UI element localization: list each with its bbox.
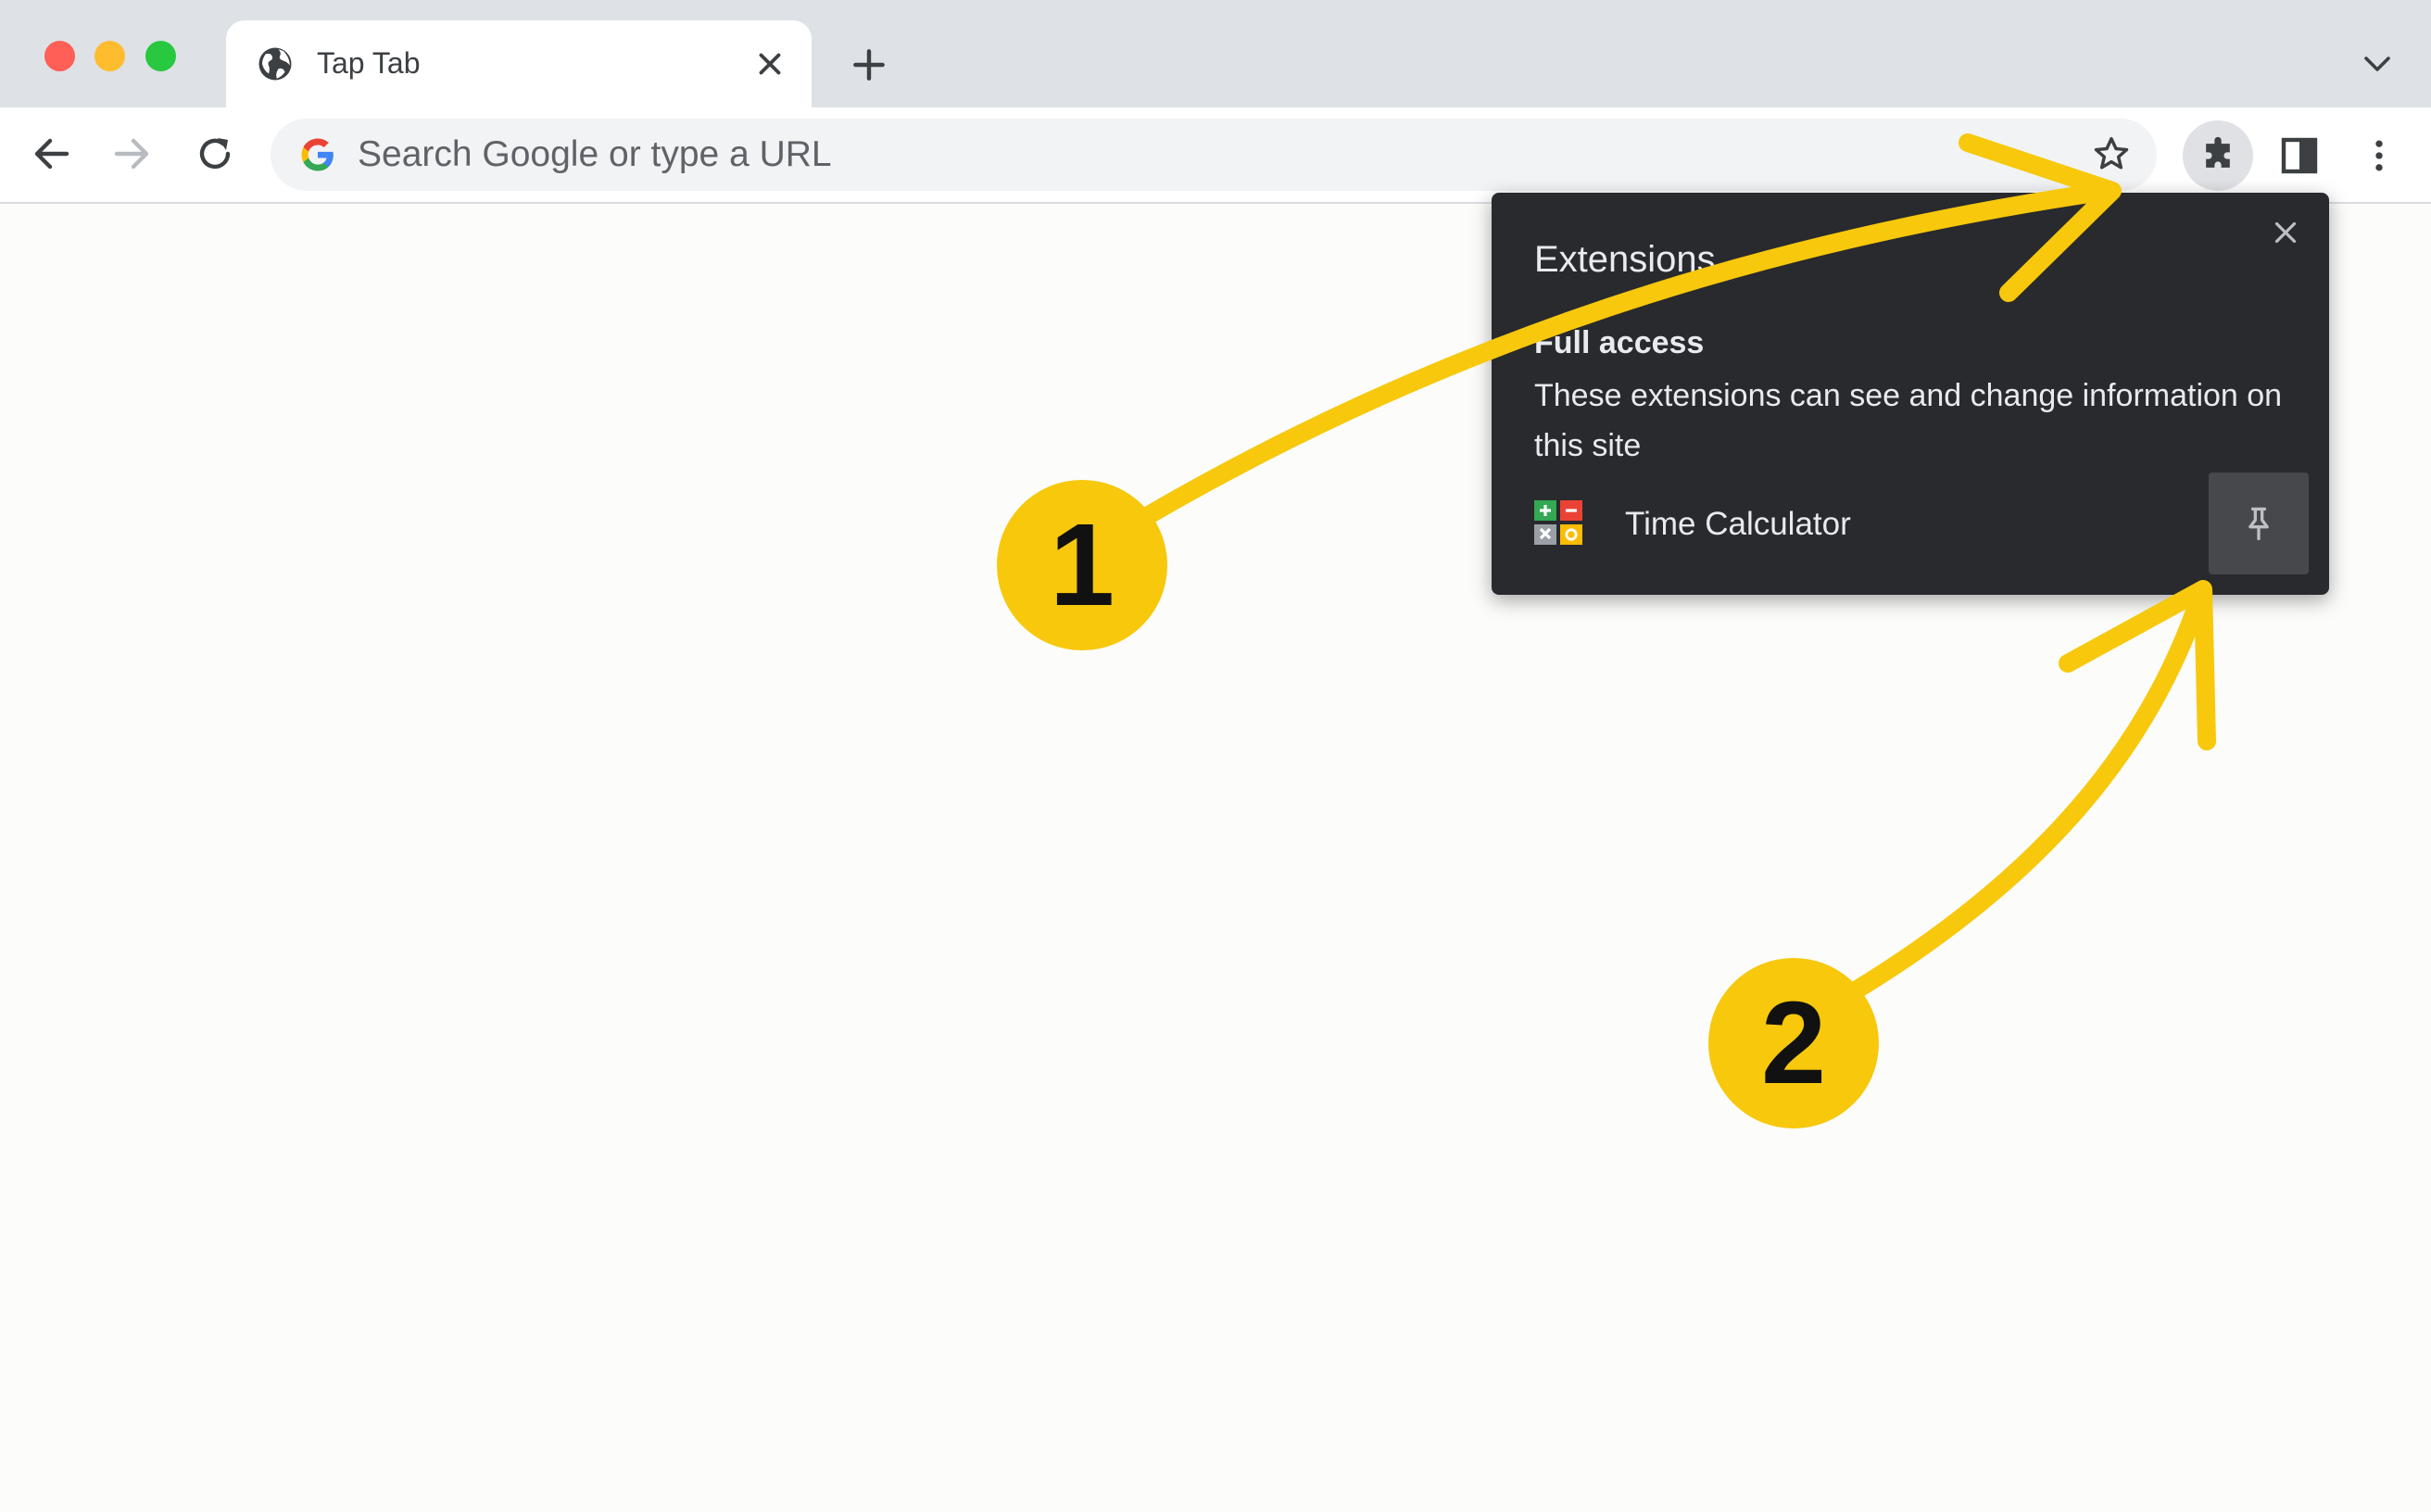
window-zoom-button[interactable] <box>145 41 176 71</box>
globe-icon <box>258 47 292 81</box>
star-icon[interactable] <box>2090 133 2133 176</box>
window-close-button[interactable] <box>44 41 75 71</box>
plus-icon[interactable] <box>849 44 889 85</box>
section-description: These extensions can see and change info… <box>1534 378 2283 463</box>
popup-title: Extensions <box>1534 239 1716 280</box>
reload-icon[interactable] <box>193 132 237 176</box>
extension-name: Time Calculator <box>1625 506 1851 542</box>
kebab-menu-icon[interactable] <box>2359 133 2400 178</box>
pin-icon <box>2248 507 2269 541</box>
tab-title: Tap Tab <box>317 46 421 80</box>
side-panel-icon[interactable] <box>2277 133 2322 178</box>
omnibox-placeholder: Search Google or type a URL <box>358 134 832 174</box>
google-g-icon <box>301 138 334 171</box>
annotation-badge-2: 2 <box>1708 958 1879 1128</box>
back-arrow-icon[interactable] <box>30 132 74 176</box>
window-minimize-button[interactable] <box>94 41 125 71</box>
annotation-arrow-2 <box>1842 584 2211 1002</box>
annotation-badge-1: 1 <box>997 480 1167 650</box>
section-heading: Full access <box>1534 325 1705 360</box>
annotation-arrowhead-2 <box>2059 580 2216 750</box>
puzzle-icon <box>2206 136 2230 168</box>
forward-arrow-icon[interactable] <box>109 132 154 176</box>
extension-item-time-calculator[interactable] <box>1492 471 2329 576</box>
close-icon[interactable] <box>752 46 787 82</box>
close-icon[interactable] <box>2268 215 2303 250</box>
calculator-icon <box>1534 500 1582 545</box>
tab-tap-tab[interactable] <box>226 20 812 107</box>
chevron-down-icon[interactable] <box>2361 50 2394 78</box>
